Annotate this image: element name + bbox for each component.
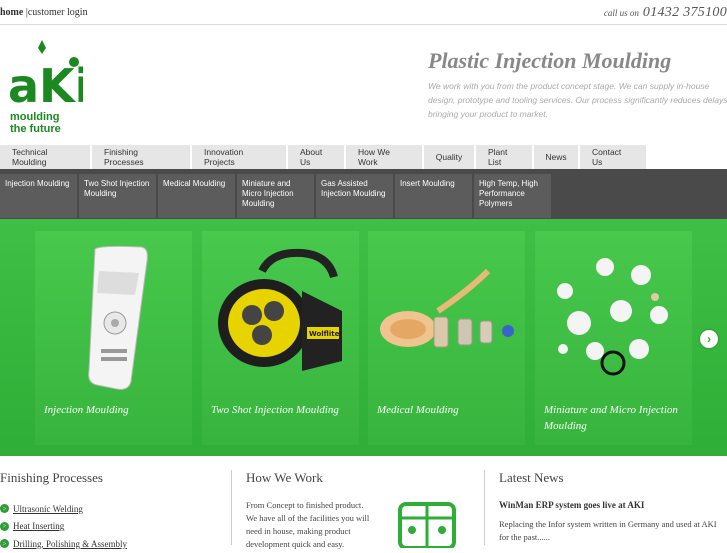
top-links: home |customer login — [0, 7, 88, 18]
carousel-card-injection-moulding[interactable]: Injection Moulding — [35, 231, 192, 445]
news-headline-link[interactable]: WinMan ERP system goes live at AKI — [499, 500, 727, 510]
phone-number[interactable]: 01432 375100 — [643, 5, 727, 20]
card-label: Miniature and Micro Injection Moulding — [544, 404, 678, 432]
mould-tool-image — [398, 502, 456, 548]
carousel-card-two-shot[interactable]: Wolflite Two Shot Injection Moulding — [202, 231, 359, 445]
how-we-work-section: How We Work From Concept to finished pro… — [231, 470, 483, 549]
latest-news-section: Latest News WinMan ERP system goes live … — [484, 470, 727, 545]
finishing-item-heat-inserting[interactable]: > Heat Inserting — [0, 518, 230, 536]
carousel-card-miniature[interactable]: Miniature and Micro Injection Moulding — [535, 231, 692, 445]
card-label: Medical Moulding — [377, 404, 459, 416]
nav-about-us[interactable]: About Us — [288, 145, 346, 169]
nav-finishing-processes[interactable]: Finishing Processes — [92, 145, 192, 169]
nav-innovation-projects[interactable]: Innovation Projects — [192, 145, 288, 169]
aki-logo[interactable]: aKi moulding the future — [8, 40, 83, 140]
main-navigation: Technical Moulding Finishing Processes I… — [0, 145, 648, 169]
aki-logo-mark-icon: aKi — [8, 40, 83, 110]
medical-parts-image — [380, 268, 514, 348]
page-title: Plastic Injection Moulding — [428, 48, 672, 73]
nav-news[interactable]: News — [534, 145, 580, 169]
card-label: Injection Moulding — [44, 404, 129, 416]
home-link[interactable]: home — [0, 7, 23, 18]
logo-line-2: the future — [10, 123, 61, 135]
intro-text: We work with you from the product concep… — [428, 81, 727, 119]
sub-navigation: Injection Moulding Two Shot Injection Mo… — [0, 174, 553, 218]
finishing-processes-section: Finishing Processes > Ultrasonic Welding… — [0, 470, 230, 549]
nav-technical-moulding[interactable]: Technical Moulding — [0, 145, 92, 169]
subnav-miniature-micro-moulding[interactable]: Miniature and Micro Injection Moulding — [237, 174, 314, 218]
subnav-insert-moulding[interactable]: Insert Moulding — [395, 174, 472, 218]
finishing-title: Finishing Processes — [0, 470, 103, 485]
logo-line-1: moulding — [10, 111, 60, 123]
news-summary: Replacing the Infor system written in Ge… — [499, 519, 717, 542]
subnav-two-shot-injection-moulding[interactable]: Two Shot Injection Moulding — [79, 174, 156, 218]
nav-plant-list[interactable]: Plant List — [476, 145, 534, 169]
carousel-next-arrow-icon[interactable]: › — [700, 330, 718, 348]
how-we-work-title: How We Work — [246, 470, 323, 485]
how-we-work-text: From Concept to finished product. We hav… — [246, 500, 370, 549]
micro-parts-image — [557, 258, 668, 376]
chevron-right-icon: > — [0, 504, 9, 514]
phone-callout: call us on 01432 375100 — [604, 3, 727, 21]
logo-letters: aKi — [8, 59, 83, 110]
call-prefix: call us on — [603, 8, 639, 18]
finishing-item-label: Heat Inserting — [13, 521, 65, 532]
subnav-injection-moulding[interactable]: Injection Moulding — [0, 174, 77, 218]
subnav-gas-assisted-moulding[interactable]: Gas Assisted Injection Moulding — [316, 174, 393, 218]
finishing-item-drilling[interactable]: > Drilling, Polishing & Assembly — [0, 535, 230, 553]
product-carousel: Injection Moulding Wolflite Two Shot Inj… — [0, 219, 727, 456]
finishing-item-ultrasonic-welding[interactable]: > Ultrasonic Welding — [0, 500, 230, 518]
nav-how-we-work[interactable]: How We Work — [346, 145, 424, 169]
finishing-item-label: Ultrasonic Welding — [13, 503, 83, 514]
chevron-right-icon: > — [0, 539, 9, 549]
electric-shower-image — [88, 245, 148, 390]
torch-brand: Wolflite — [309, 330, 340, 338]
top-bar: home |customer login call us on 01432 37… — [0, 0, 727, 25]
subnav-medical-moulding[interactable]: Medical Moulding — [158, 174, 235, 218]
nav-contact-us[interactable]: Contact Us — [580, 145, 648, 169]
card-label: Two Shot Injection Moulding — [211, 404, 339, 416]
torch-image: Wolflite — [218, 248, 342, 371]
finishing-item-label: Drilling, Polishing & Assembly — [13, 538, 128, 549]
nav-quality[interactable]: Quality — [424, 145, 476, 169]
subnav-high-temp-polymers[interactable]: High Temp, High Performance Polymers — [474, 174, 551, 218]
news-title: Latest News — [499, 470, 564, 485]
carousel-card-medical[interactable]: Medical Moulding — [368, 231, 525, 445]
customer-login-link[interactable]: customer login — [28, 7, 88, 18]
chevron-right-icon: > — [0, 521, 9, 531]
